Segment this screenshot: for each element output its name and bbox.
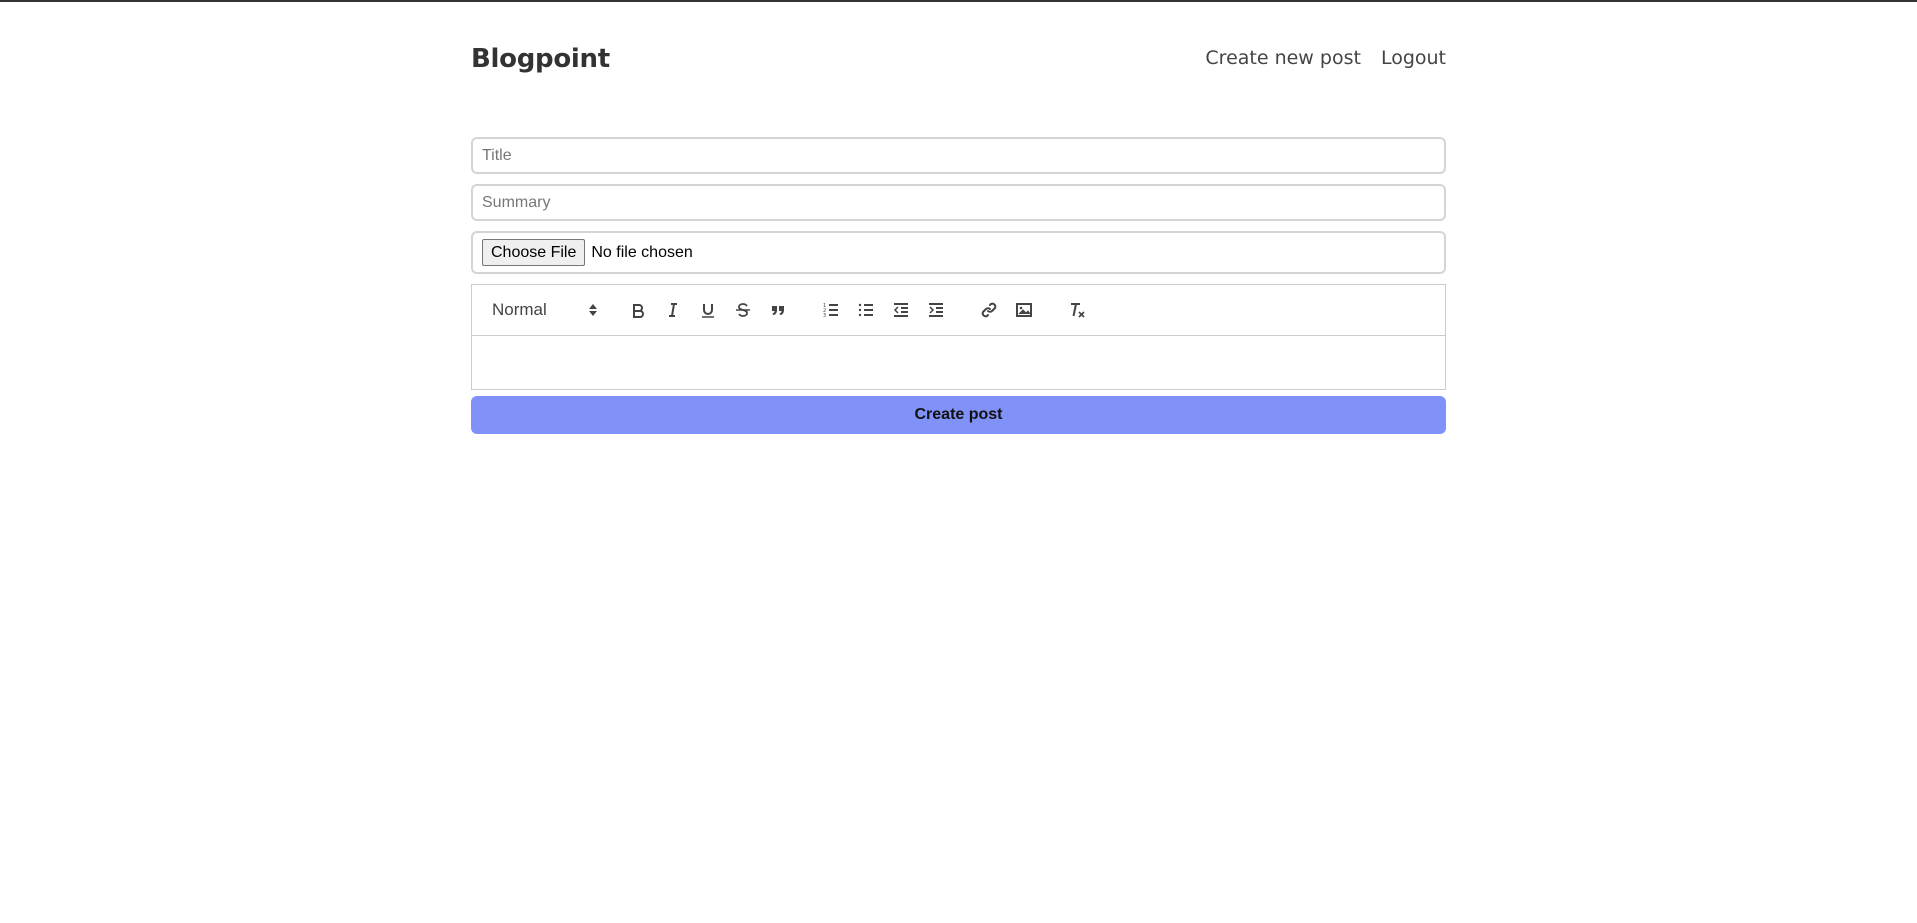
inline-format-group [620,296,795,324]
media-group [971,296,1041,324]
header: Blogpoint Create new post Logout [471,40,1446,80]
format-select-value: Normal [492,300,547,319]
title-input[interactable] [471,137,1446,174]
list-group: 123 [813,296,953,324]
create-post-form: Choose File No file chosen Normal [471,137,1446,434]
bold-icon[interactable] [620,296,655,324]
image-icon[interactable] [1006,296,1041,324]
outdent-icon[interactable] [883,296,918,324]
create-new-post-link[interactable]: Create new post [1205,47,1361,69]
file-input: Choose File No file chosen [471,231,1446,274]
underline-icon[interactable] [690,296,725,324]
link-icon[interactable] [971,296,1006,324]
nav-menu: Create new post Logout [1205,47,1446,69]
bullet-list-icon[interactable] [848,296,883,324]
rich-text-editor: Normal 1 2 3 [471,284,1446,390]
blockquote-icon[interactable] [760,296,795,324]
choose-file-button[interactable]: Choose File [482,239,586,266]
summary-input[interactable] [471,184,1446,221]
select-arrows-icon [589,304,597,316]
brand-link[interactable]: Blogpoint [471,44,610,74]
logout-link[interactable]: Logout [1381,47,1446,69]
svg-text:3: 3 [823,313,826,319]
file-status-text: No file chosen [591,243,693,261]
format-select[interactable]: Normal [492,298,602,322]
create-post-button[interactable]: Create post [471,396,1446,434]
ordered-list-icon[interactable]: 123 [813,296,848,324]
top-border [0,0,1917,2]
editor-toolbar: Normal 1 2 3 [472,285,1445,336]
clean-group [1059,296,1094,324]
clear-format-icon[interactable] [1059,296,1094,324]
strikethrough-icon[interactable] [725,296,760,324]
indent-icon[interactable] [918,296,953,324]
editor-content-area[interactable] [472,336,1445,389]
italic-icon[interactable] [655,296,690,324]
